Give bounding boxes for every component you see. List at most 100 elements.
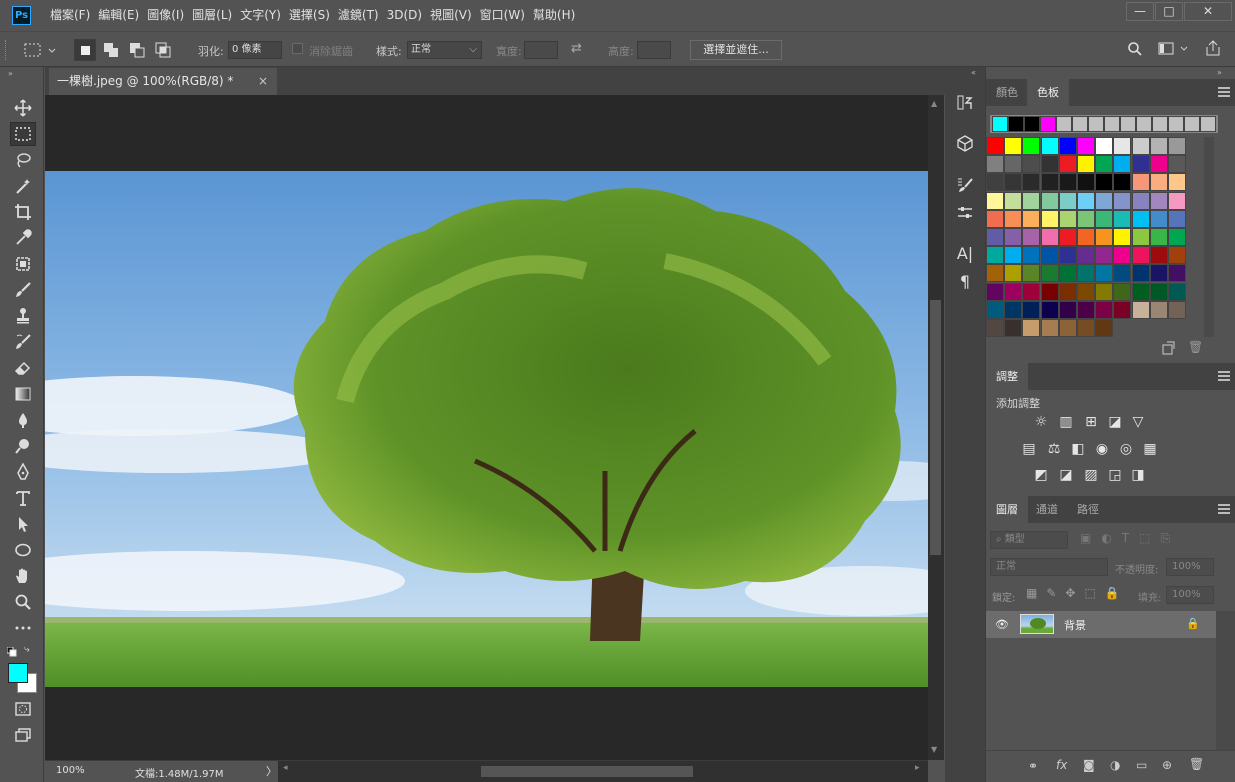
properties-icon[interactable] — [951, 199, 979, 227]
swatch[interactable] — [1077, 319, 1095, 337]
swatch[interactable] — [1004, 319, 1023, 337]
swatch[interactable] — [1058, 246, 1077, 265]
swatch[interactable] — [1077, 191, 1095, 210]
menu-type[interactable]: 文字(Y) — [240, 0, 289, 31]
document-tab[interactable]: 一棵樹.jpeg @ 100%(RGB/8) * × — [49, 68, 277, 95]
swatch[interactable] — [1149, 282, 1168, 301]
zoom-icon[interactable] — [10, 590, 36, 614]
blur-icon[interactable] — [10, 408, 36, 432]
brightness-contrast-icon[interactable]: ☼ — [1032, 414, 1050, 430]
swatch[interactable] — [1168, 209, 1186, 228]
swap-width-height-icon[interactable]: ⇄ — [571, 41, 589, 57]
add-mask-icon[interactable]: ◙ — [1083, 758, 1095, 772]
scrollbar-thumb[interactable] — [930, 300, 941, 555]
scroll-up-icon[interactable]: ▲ — [931, 99, 937, 108]
gradient-map-icon[interactable]: ◨ — [1129, 467, 1147, 483]
screen-mode-icon[interactable] — [10, 723, 36, 747]
swatch[interactable] — [1040, 191, 1059, 210]
new-group-icon[interactable]: ▭ — [1136, 758, 1147, 772]
style-select[interactable]: 正常 ⌵ — [407, 41, 482, 59]
dodge-icon[interactable] — [10, 434, 36, 458]
intersect-selection-button[interactable] — [152, 39, 174, 61]
history-panel-icon[interactable] — [951, 89, 979, 117]
layer-kind-filter[interactable]: ⌕ 類型 — [990, 531, 1068, 549]
menu-edit[interactable]: 編輯(E) — [98, 0, 147, 31]
menu-image[interactable]: 圖像(I) — [147, 0, 192, 31]
crop-icon[interactable] — [10, 200, 36, 224]
swatch[interactable] — [1131, 264, 1150, 283]
swatch[interactable] — [1004, 191, 1023, 210]
swatch[interactable] — [1040, 300, 1059, 319]
swatch[interactable] — [1095, 191, 1114, 210]
quick-select-icon[interactable] — [10, 174, 36, 198]
swatch[interactable] — [1004, 173, 1023, 192]
canvas-area[interactable] — [0, 95, 985, 760]
menu-view[interactable]: 視圖(V) — [430, 0, 480, 31]
stamp-icon[interactable] — [10, 304, 36, 328]
recent-swatch[interactable] — [1152, 116, 1168, 132]
history-brush-icon[interactable] — [10, 330, 36, 354]
swatch[interactable] — [986, 264, 1004, 283]
visibility-eye-icon[interactable]: 👁 — [995, 618, 1009, 631]
select-and-mask-button[interactable]: 選擇並遮住... — [690, 40, 782, 60]
fill-input[interactable]: 100% — [1166, 586, 1214, 604]
hue-saturation-icon[interactable]: ▤ — [1020, 441, 1038, 457]
swatch[interactable] — [1022, 228, 1041, 246]
recent-swatch[interactable] — [1056, 116, 1072, 132]
swatch[interactable] — [1113, 209, 1132, 228]
recent-swatch[interactable] — [1120, 116, 1136, 132]
swatch[interactable] — [1168, 264, 1186, 283]
swatch[interactable] — [1022, 264, 1041, 283]
3d-panel-icon[interactable] — [951, 129, 979, 157]
layers-menu-icon[interactable] — [1218, 504, 1230, 514]
ellipse-icon[interactable] — [10, 538, 36, 562]
swatch[interactable] — [1113, 191, 1132, 210]
swatch[interactable] — [1168, 191, 1186, 210]
opacity-input[interactable]: 100% — [1166, 558, 1214, 576]
swatch[interactable] — [1131, 282, 1150, 301]
swatch[interactable] — [1077, 300, 1095, 319]
document-info[interactable]: 文檔:1.48M/1.97M — [135, 765, 224, 780]
character-panel-icon[interactable]: A| — [951, 239, 979, 267]
adjustment-layer-icon[interactable]: ◑ — [1110, 758, 1120, 772]
paragraph-panel-icon[interactable]: ¶ — [951, 267, 979, 295]
height-input[interactable] — [637, 41, 671, 59]
swatch[interactable] — [1040, 228, 1059, 246]
delete-layer-icon[interactable]: 🗑 — [1189, 757, 1204, 771]
menu-window[interactable]: 窗口(W) — [480, 0, 533, 31]
adjustments-menu-icon[interactable] — [1218, 371, 1230, 381]
swatch[interactable] — [986, 155, 1004, 174]
swatch[interactable] — [1168, 246, 1186, 265]
swatch[interactable] — [1040, 264, 1059, 283]
swatch[interactable] — [1040, 246, 1059, 265]
healing-icon[interactable] — [10, 252, 36, 276]
swatch[interactable] — [986, 137, 1004, 155]
swatch[interactable] — [1131, 228, 1150, 246]
swatch[interactable] — [1095, 137, 1114, 155]
recent-swatch[interactable] — [1024, 116, 1040, 132]
swatch[interactable] — [1131, 209, 1150, 228]
swatch[interactable] — [1131, 300, 1150, 319]
swatch[interactable] — [1058, 319, 1077, 337]
horizontal-scrollbar-thumb[interactable] — [481, 766, 693, 777]
color-balance-icon[interactable]: ⚖ — [1045, 441, 1063, 457]
swatch[interactable] — [1095, 282, 1114, 301]
link-layers-icon[interactable]: ⚭ — [1028, 759, 1038, 773]
tab-color[interactable]: 顏色 — [986, 79, 1028, 106]
swatch[interactable] — [1149, 173, 1168, 192]
swatch[interactable] — [1022, 137, 1041, 155]
scroll-left-icon[interactable]: ◂ — [283, 763, 288, 773]
selective-color-icon[interactable]: ◲ — [1106, 467, 1124, 483]
recent-swatch[interactable] — [1072, 116, 1088, 132]
delete-swatch-icon[interactable]: 🗑 — [1188, 340, 1203, 354]
swatch[interactable] — [1004, 155, 1023, 174]
swap-colors-icon[interactable]: ⤷ — [24, 644, 36, 656]
eraser-icon[interactable] — [10, 356, 36, 380]
status-menu-icon[interactable]: 〉 — [266, 763, 277, 779]
menu-select[interactable]: 選擇(S) — [289, 0, 338, 31]
swatch[interactable] — [986, 173, 1004, 192]
swatch[interactable] — [986, 209, 1004, 228]
width-input[interactable] — [524, 41, 558, 59]
subtract-selection-button[interactable] — [126, 39, 148, 61]
hand-icon[interactable] — [10, 564, 36, 588]
